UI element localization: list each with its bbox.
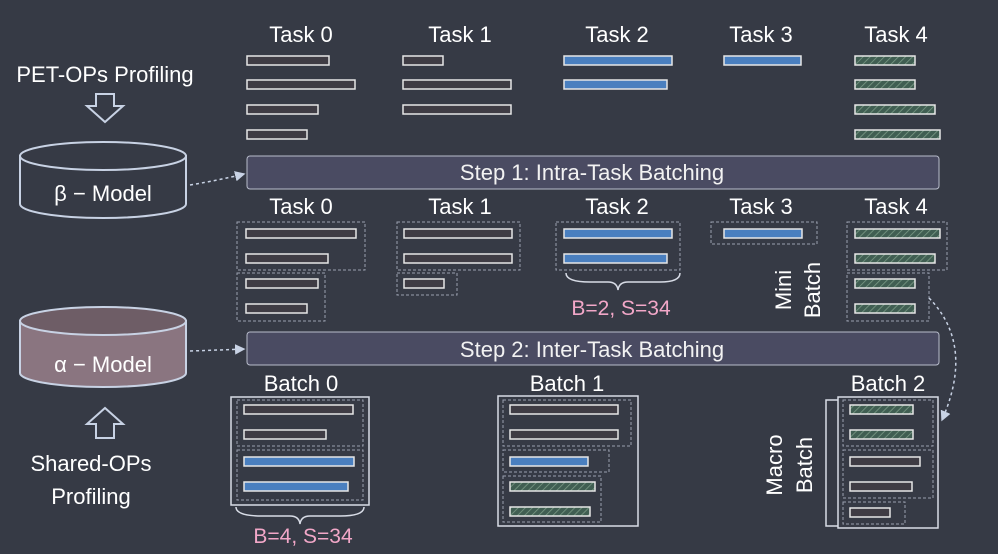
task-bar — [243, 456, 355, 467]
beta-model-label: β − Model — [54, 181, 152, 206]
task-bar — [509, 506, 591, 517]
task-bar — [854, 104, 936, 115]
task-label-mid-0: Task 0 — [269, 194, 333, 219]
task-bar — [246, 129, 308, 140]
batch-label-0: Batch 0 — [264, 371, 339, 396]
batch-label-2: Batch 2 — [851, 371, 926, 396]
macro-label: Macro — [762, 434, 787, 495]
brace-batch0 — [235, 506, 365, 525]
task-bar — [509, 429, 619, 440]
task-bar — [509, 481, 596, 492]
task-bar — [402, 55, 444, 66]
task-bar — [509, 404, 619, 415]
task-label-top-0: Task 0 — [269, 22, 333, 47]
task-bar — [849, 456, 921, 467]
task-label-mid-3: Task 3 — [729, 194, 793, 219]
b4-s34-label: B=4, S=34 — [253, 525, 353, 548]
task-bar — [243, 404, 354, 415]
task-bar — [849, 481, 913, 492]
beta-to-step1-connector — [189, 171, 246, 186]
task-bar — [563, 228, 673, 239]
beta-model-cylinder — [19, 141, 187, 219]
task-bar — [402, 79, 512, 90]
task-bar — [563, 253, 668, 264]
task-label-top-2: Task 2 — [585, 22, 649, 47]
task-bar — [245, 303, 308, 314]
task-bar — [243, 429, 327, 440]
task-label-top-4: Task 4 — [864, 22, 928, 47]
task-bar — [402, 104, 512, 115]
task-bar — [854, 228, 941, 239]
task-bar — [403, 253, 513, 264]
mini-batch-label: Batch — [800, 262, 825, 318]
down-arrow-icon — [84, 93, 126, 124]
task-bar — [403, 228, 513, 239]
task-bar — [723, 228, 803, 239]
task-bar — [854, 79, 916, 90]
task-bar — [563, 79, 668, 90]
macro-bracket — [825, 399, 838, 527]
up-arrow-icon — [84, 406, 126, 439]
diagram-canvas: PET-OPs Profiling β − Model α − Model Sh… — [0, 0, 998, 554]
task-bar — [854, 55, 916, 66]
task-bar — [723, 55, 802, 66]
task-bar — [509, 456, 589, 467]
task-bar — [849, 507, 891, 518]
batching-diagram: PET-OPs Profiling β − Model α − Model Sh… — [16, 22, 957, 548]
alpha-model-label: α − Model — [54, 352, 152, 377]
shared-ops-profiling-line1: Shared-OPs — [30, 451, 151, 476]
task-bar — [246, 104, 319, 115]
alpha-to-step2-connector — [189, 344, 246, 355]
task-label-mid-2: Task 2 — [585, 194, 649, 219]
step1-label: Step 1: Intra-Task Batching — [460, 160, 724, 185]
batch-label-1: Batch 1 — [530, 371, 605, 396]
task-bar — [854, 129, 941, 140]
task-label-top-1: Task 1 — [428, 22, 492, 47]
pet-ops-profiling-label: PET-OPs Profiling — [16, 62, 193, 87]
task-label-mid-4: Task 4 — [864, 194, 928, 219]
task-bar — [854, 303, 916, 314]
shared-ops-profiling-line2: Profiling — [51, 484, 130, 509]
step2-label: Step 2: Inter-Task Batching — [460, 337, 724, 362]
task-label-mid-1: Task 1 — [428, 194, 492, 219]
macro-batch-label: Batch — [792, 437, 817, 493]
task-label-top-3: Task 3 — [729, 22, 793, 47]
mini-label: Mini — [771, 270, 796, 310]
task-bar — [245, 253, 329, 264]
brace-task2 — [565, 272, 681, 291]
task-bar — [245, 278, 319, 289]
b2-s34-label: B=2, S=34 — [571, 297, 671, 320]
task-bar — [854, 278, 916, 289]
task-bar — [403, 278, 445, 289]
task-bar — [243, 481, 349, 492]
task-bar — [854, 253, 936, 264]
task-bar — [245, 228, 357, 239]
task-bar — [849, 429, 914, 440]
task-bar — [246, 79, 356, 90]
task-bar — [246, 55, 330, 66]
task-bar — [563, 55, 673, 66]
task-bar — [849, 404, 914, 415]
